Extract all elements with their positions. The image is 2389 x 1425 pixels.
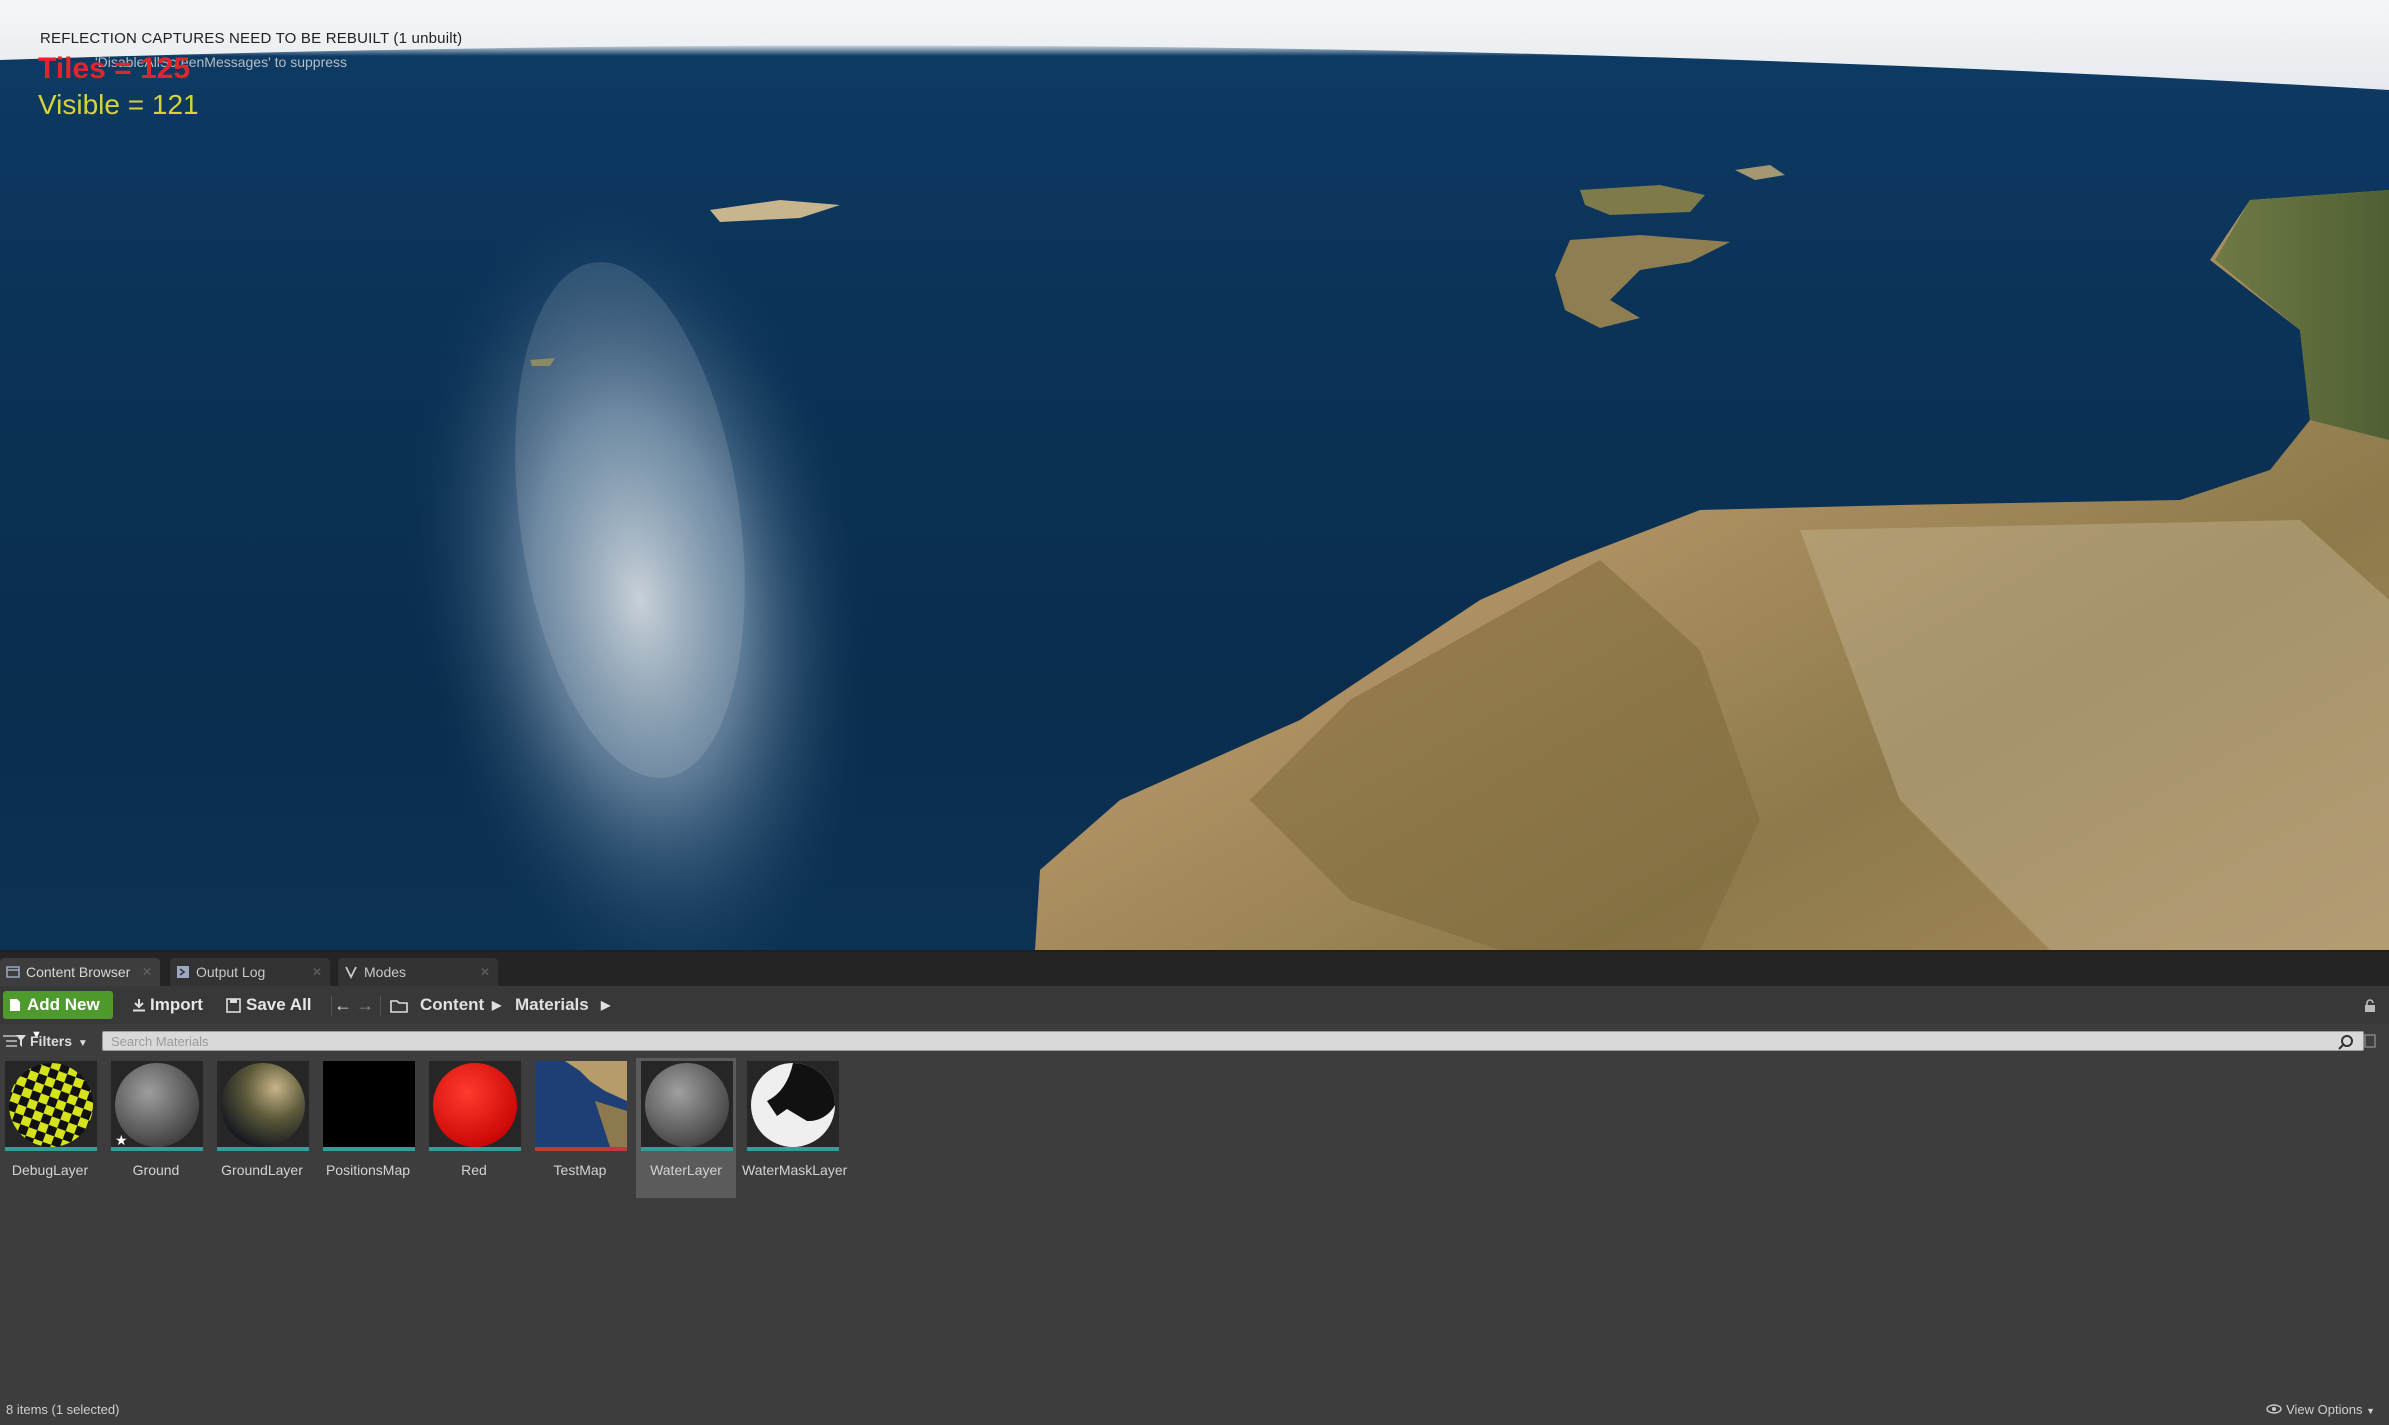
content-browser-icon	[6, 965, 20, 979]
asset-thumbnail	[429, 1061, 521, 1151]
asset-type-bar	[323, 1147, 415, 1151]
modes-icon	[344, 965, 358, 979]
level-viewport[interactable]: REFLECTION CAPTURES NEED TO BE REBUILT (…	[0, 0, 2389, 950]
map-texture-icon	[535, 1061, 627, 1147]
asset-name: GroundLayer	[212, 1162, 312, 1178]
asset-name: WaterLayer	[636, 1162, 736, 1178]
asset-thumbnail	[5, 1061, 97, 1151]
asset-type-bar	[429, 1147, 521, 1151]
view-options-button[interactable]: View Options ▼	[2266, 1402, 2375, 1417]
asset-name: Ground	[106, 1162, 206, 1178]
breadcrumb-content[interactable]: Content	[420, 991, 484, 1019]
bottom-panel: Content Browser ✕ Output Log ✕ Modes ✕ A…	[0, 950, 2389, 1425]
content-toolbar: Add New ▼ Import Save All ← → Content ▶ …	[0, 986, 2389, 1024]
tiles-counter: Tiles = 125	[38, 52, 190, 86]
tab-bar: Content Browser ✕ Output Log ✕ Modes ✕	[0, 952, 2389, 986]
forward-arrow-icon[interactable]: →	[356, 991, 374, 1019]
import-label: Import	[150, 995, 203, 1014]
asset-tile-selected[interactable]: WaterLayer	[636, 1058, 736, 1198]
tab-label: Content Browser	[26, 964, 130, 980]
reflection-warning: REFLECTION CAPTURES NEED TO BE REBUILT (…	[40, 30, 462, 47]
asset-tile[interactable]: WaterMaskLayer	[742, 1058, 842, 1198]
filter-icon	[16, 1035, 26, 1047]
asset-type-bar	[5, 1147, 97, 1151]
filter-search-row: Filters ▼	[0, 1026, 2389, 1056]
lock-icon[interactable]	[2363, 999, 2377, 1013]
folder-icon	[390, 999, 408, 1013]
filters-label: Filters	[30, 1033, 72, 1049]
asset-thumbnail	[217, 1061, 309, 1151]
filters-button[interactable]: Filters ▼	[4, 1030, 88, 1052]
asset-type-bar	[641, 1147, 733, 1151]
earth-sphere-icon	[217, 1061, 309, 1147]
breadcrumb-separator-icon[interactable]: ▶	[492, 991, 501, 1019]
search-icon[interactable]	[2338, 1034, 2354, 1050]
grey-sphere-icon	[641, 1061, 733, 1147]
asset-tile[interactable]: ★ Ground	[106, 1058, 206, 1198]
save-all-button[interactable]: Save All	[224, 991, 312, 1019]
add-new-button[interactable]: Add New ▼	[3, 991, 113, 1019]
asset-thumbnail	[323, 1061, 415, 1151]
save-search-icon[interactable]	[2364, 1034, 2376, 1048]
add-new-label: Add New	[27, 995, 100, 1014]
asset-tile[interactable]: TestMap	[530, 1058, 630, 1198]
new-file-icon	[9, 998, 21, 1012]
tab-label: Modes	[364, 964, 406, 980]
tab-content-browser[interactable]: Content Browser ✕	[0, 958, 160, 986]
tab-output-log[interactable]: Output Log ✕	[170, 958, 330, 986]
item-count-status: 8 items (1 selected)	[6, 1402, 119, 1417]
chevron-down-icon: ▼	[2366, 1406, 2375, 1416]
asset-tile[interactable]: GroundLayer	[212, 1058, 312, 1198]
asset-tile[interactable]: PositionsMap	[318, 1058, 418, 1198]
back-arrow-icon[interactable]: ←	[334, 991, 352, 1019]
terrain-scene	[0, 0, 2389, 950]
output-log-icon	[176, 965, 190, 979]
close-icon[interactable]: ✕	[312, 958, 322, 986]
asset-name: Red	[424, 1162, 524, 1178]
asset-name: DebugLayer	[0, 1162, 100, 1178]
search-input[interactable]	[102, 1031, 2364, 1051]
asset-thumbnail	[535, 1061, 627, 1151]
svg-text:★: ★	[115, 1133, 128, 1147]
close-icon[interactable]: ✕	[142, 958, 152, 986]
mask-sphere-icon	[747, 1061, 839, 1147]
asset-tile[interactable]: Red	[424, 1058, 524, 1198]
asset-type-bar	[217, 1147, 309, 1151]
grey-sphere-icon: ★	[111, 1061, 203, 1147]
divider	[380, 996, 381, 1016]
asset-type-bar	[535, 1147, 627, 1151]
asset-name: TestMap	[530, 1162, 630, 1178]
save-all-label: Save All	[246, 995, 312, 1014]
asset-thumbnail: ★	[111, 1061, 203, 1151]
asset-type-bar	[111, 1147, 203, 1151]
breadcrumb-separator-icon[interactable]: ▶	[601, 991, 610, 1019]
divider	[331, 996, 332, 1016]
asset-name: WaterMaskLayer	[742, 1162, 842, 1178]
asset-thumbnail	[747, 1061, 839, 1151]
red-sphere-icon	[429, 1061, 521, 1147]
view-options-label: View Options	[2286, 1402, 2362, 1417]
tab-label: Output Log	[196, 964, 265, 980]
eye-icon	[2266, 1404, 2282, 1414]
tab-modes[interactable]: Modes ✕	[338, 958, 498, 986]
save-icon	[226, 998, 241, 1013]
chevron-down-icon: ▼	[78, 1038, 88, 1049]
checker-sphere-icon	[5, 1061, 97, 1147]
asset-type-bar	[747, 1147, 839, 1151]
import-button[interactable]: Import	[130, 991, 203, 1019]
asset-name: PositionsMap	[318, 1162, 418, 1178]
import-icon	[132, 998, 146, 1012]
visible-counter: Visible = 121	[38, 89, 199, 121]
asset-thumbnail	[641, 1061, 733, 1151]
close-icon[interactable]: ✕	[480, 958, 490, 986]
breadcrumb-materials[interactable]: Materials	[515, 991, 589, 1019]
asset-tile[interactable]: DebugLayer	[0, 1058, 100, 1198]
